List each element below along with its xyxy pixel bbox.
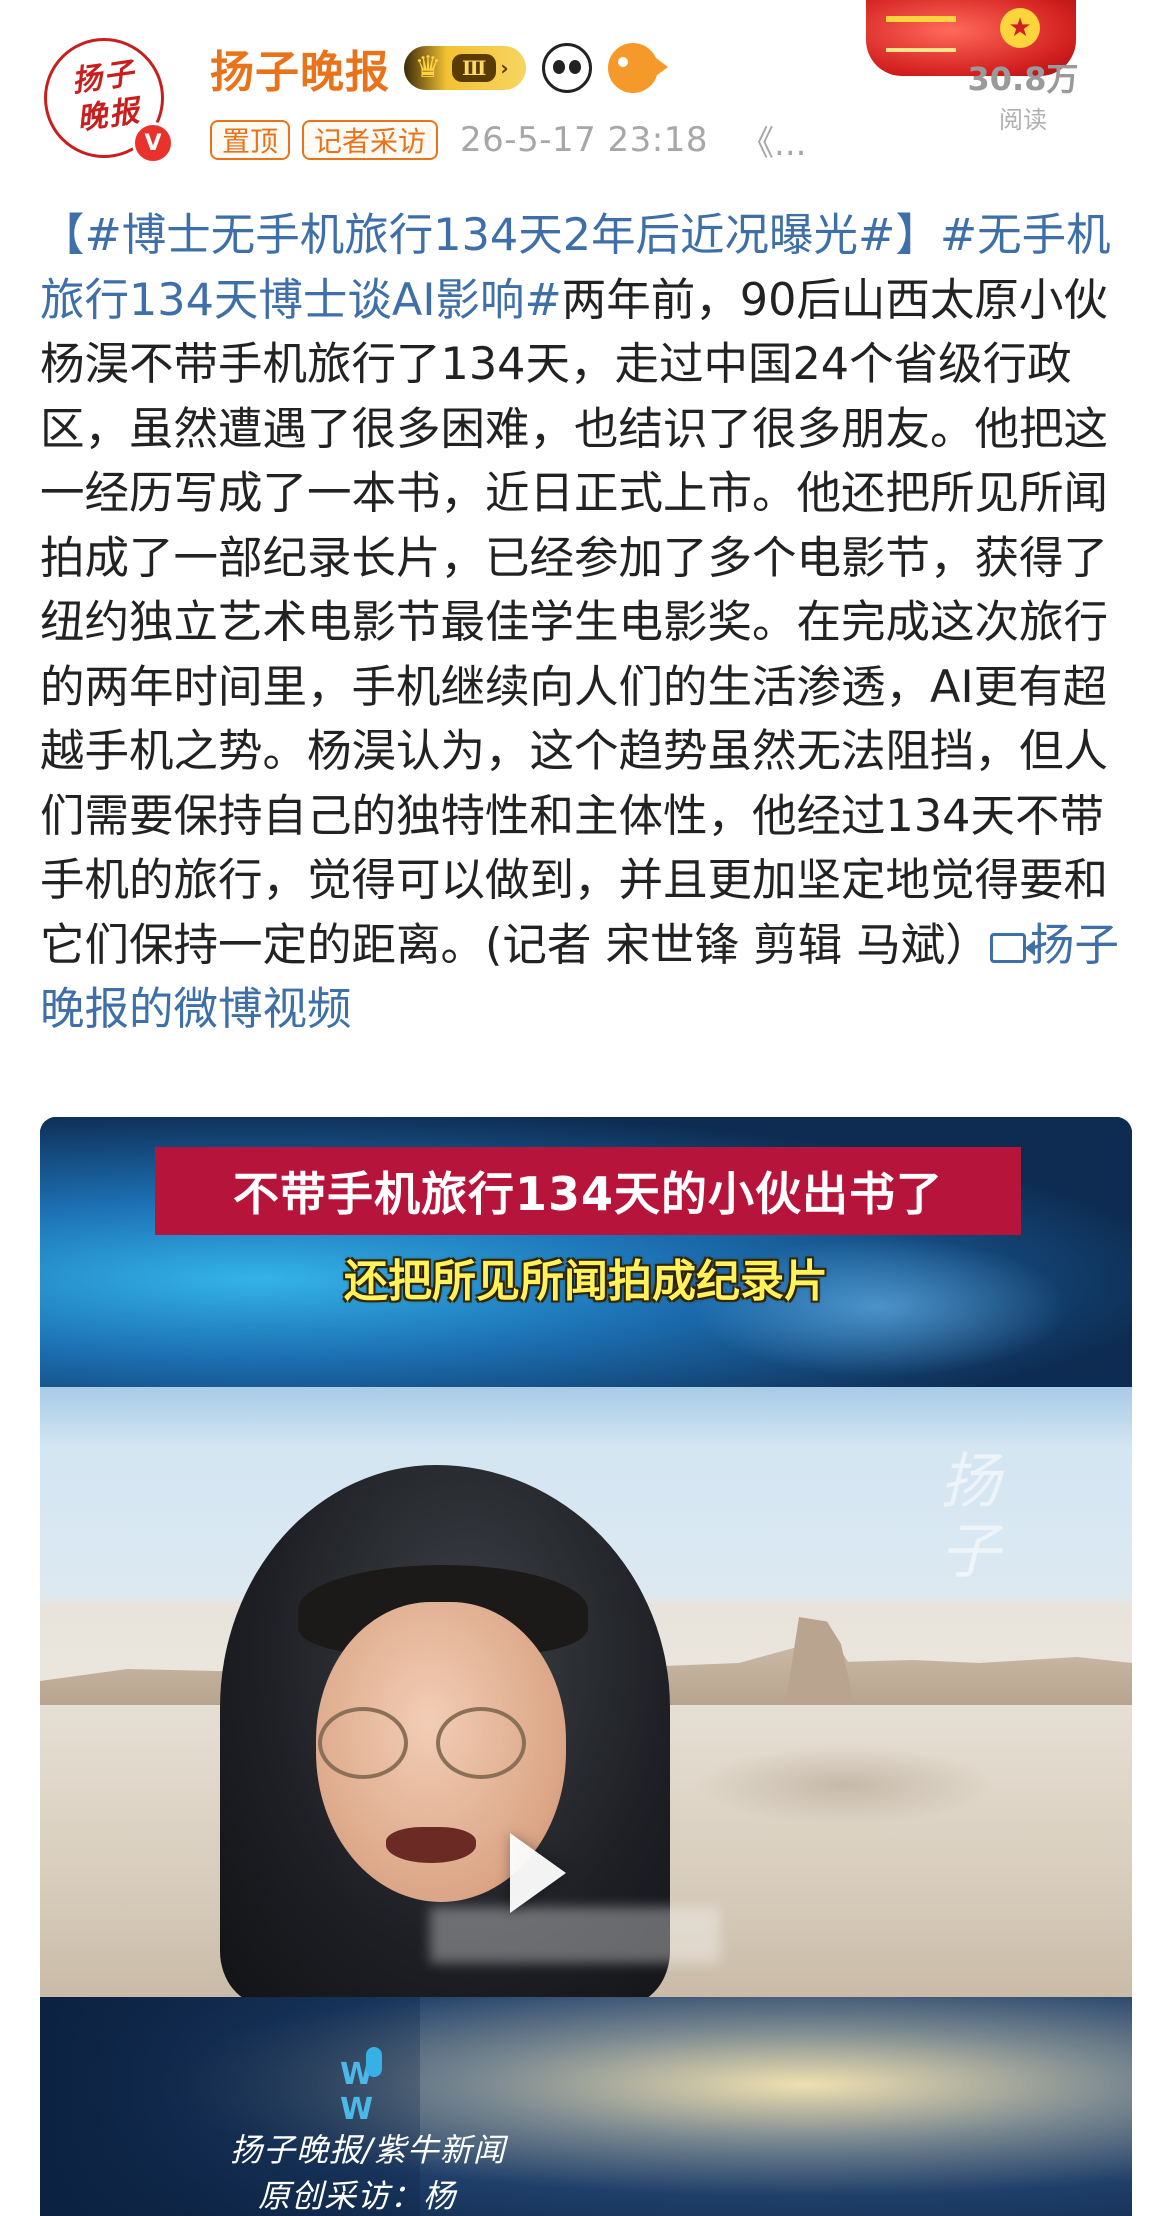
- video-title-banner: 不带手机旅行134天的小伙出书了: [155, 1147, 1021, 1235]
- topic-link-1[interactable]: 【#博士无手机旅行134天2年后近况曝光#】: [40, 210, 940, 261]
- chevron-right-icon: ›: [500, 56, 509, 80]
- video-scene: 扬子: [40, 1387, 1132, 2005]
- panda-emoji-icon[interactable]: [542, 43, 592, 93]
- microphone-icon: W W: [340, 2047, 410, 2127]
- read-count: 30.8万 阅读: [958, 54, 1088, 135]
- person-mouth: [386, 1827, 476, 1863]
- glasses-left: [318, 1707, 408, 1779]
- vip-level: Ⅲ: [452, 54, 497, 82]
- play-icon[interactable]: [510, 1833, 566, 1913]
- glasses-right: [436, 1707, 526, 1779]
- fish-emoji-icon[interactable]: [608, 43, 668, 93]
- name-row: 扬子晚报 ♛ Ⅲ ›: [210, 36, 668, 100]
- pinned-tag: 置顶: [210, 120, 291, 160]
- video-bottom-panel: W W 扬子晚报/紫牛新闻 原创采访：杨淏: [40, 1997, 1132, 2216]
- crown-icon: ♛: [414, 50, 442, 85]
- post-timestamp: 26-5-17 23:18: [460, 120, 709, 160]
- credit-line: 原创采访：杨淏: [258, 2177, 458, 2215]
- post-body: 【#博士无手机旅行134天2年后近况曝光#】#无手机旅行134天博士谈AI影响#…: [40, 204, 1140, 1043]
- emblem-icon: ★: [1000, 8, 1040, 48]
- blurred-caption: [430, 1907, 720, 1963]
- video-player[interactable]: 不带手机旅行134天的小伙出书了 还把所见所闻拍成纪录片 扬子 W W 扬子晚报…: [40, 1117, 1132, 2216]
- avatar[interactable]: 扬子晚报 V: [44, 38, 174, 168]
- video-watermark: 扬子: [940, 1447, 1000, 1587]
- verified-icon: V: [132, 122, 174, 164]
- tiananmen-icon: [886, 16, 956, 52]
- ruin-tower: [785, 1617, 855, 1707]
- post-body-text: 两年前，90后山西太原小伙杨淏不带手机旅行了134天，走过中国24个省级行政区，…: [40, 274, 1109, 971]
- source-more[interactable]: 《...: [740, 116, 806, 165]
- read-count-label: 阅读: [999, 106, 1047, 134]
- meta-row: 置顶 记者采访 26-5-17 23:18 《...: [210, 116, 806, 165]
- username[interactable]: 扬子晚报: [210, 36, 390, 100]
- video-link-icon: [989, 932, 1035, 963]
- reporter-interview-tag[interactable]: 记者采访: [302, 120, 439, 160]
- vip-badge[interactable]: ♛ Ⅲ ›: [404, 46, 526, 90]
- post-header: 扬子晚报 V 扬子晚报 ♛ Ⅲ › 置顶 记者采访 26-5-17 23:18 …: [0, 0, 1172, 175]
- source-credit: 扬子晚报/紫牛新闻: [230, 2131, 506, 2169]
- video-subtitle: 还把所见所闻拍成纪录片: [344, 1256, 828, 1307]
- sky: [40, 1387, 1132, 1447]
- read-count-value: 30.8万: [967, 60, 1079, 98]
